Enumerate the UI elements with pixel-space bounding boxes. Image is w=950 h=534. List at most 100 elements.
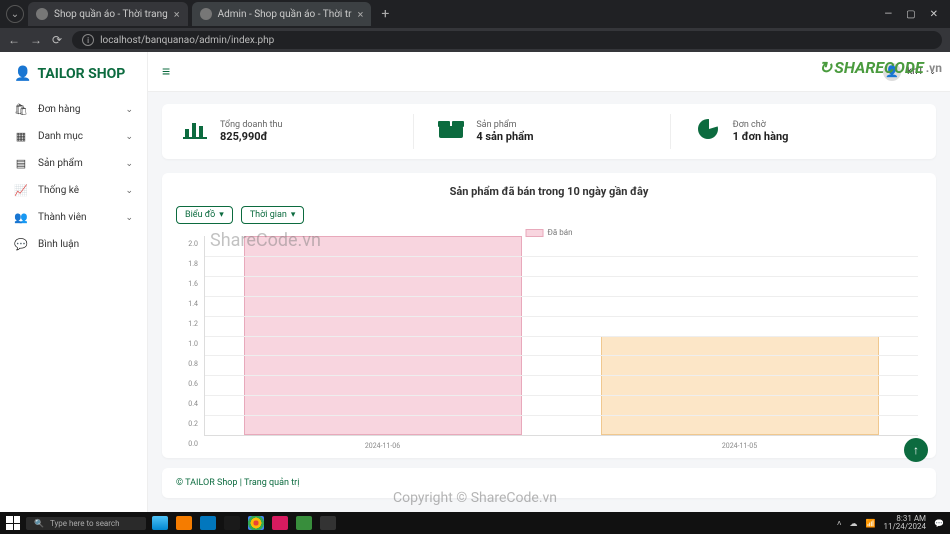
y-tick: 0.8	[188, 360, 198, 368]
chevron-down-icon: ⌄	[125, 132, 133, 142]
chevron-down-icon: ⌄	[929, 67, 936, 76]
stat-icon	[182, 119, 208, 144]
minimize-icon[interactable]: —	[884, 9, 892, 20]
y-tick: 1.8	[188, 260, 198, 268]
nav-label: Thành viên	[38, 212, 87, 223]
nav-label: Danh mục	[38, 131, 83, 142]
chevron-down-icon: ▾	[291, 210, 296, 220]
sidebar-item[interactable]: ▦ Danh mục ⌄	[0, 123, 147, 150]
start-button[interactable]	[6, 516, 20, 530]
sidebar-item[interactable]: 👥 Thành viên ⌄	[0, 204, 147, 231]
stat-icon	[695, 118, 721, 145]
maximize-icon[interactable]: ▢	[906, 9, 915, 20]
nav-icon: ▦	[14, 130, 28, 143]
cloud-icon[interactable]: ☁	[849, 519, 857, 528]
url-input[interactable]: i localhost/banquanao/admin/index.php	[72, 31, 942, 49]
x-label: 2024-11-05	[561, 442, 918, 450]
forward-icon[interactable]: →	[30, 33, 42, 47]
wifi-icon[interactable]: 📶	[865, 519, 875, 528]
windows-taskbar: 🔍 Type here to search ˄ ☁ 📶 8:31 AM 11/2…	[0, 512, 950, 534]
system-tray[interactable]: ˄ ☁ 📶 8:31 AM 11/24/2024 💬	[837, 515, 944, 532]
y-tick: 1.6	[188, 280, 198, 288]
browser-tab[interactable]: Admin - Shop quần áo - Thời tr ×	[192, 2, 372, 26]
user-name: kh1	[907, 66, 923, 77]
close-icon[interactable]: ×	[174, 8, 180, 21]
stat-value: 1 đơn hàng	[733, 130, 789, 143]
stat-card: Tổng doanh thu 825,990đ	[172, 114, 414, 149]
stat-card: Đơn chờ 1 đơn hàng	[685, 114, 926, 149]
sidebar-item[interactable]: 📈 Thống kê ⌄	[0, 177, 147, 204]
x-label: 2024-11-06	[204, 442, 561, 450]
stat-title: Đơn chờ	[733, 120, 789, 130]
y-tick: 1.4	[188, 300, 198, 308]
nav-icon: 🛍	[14, 103, 28, 116]
stat-value: 825,990đ	[220, 130, 282, 143]
url-text: localhost/banquanao/admin/index.php	[100, 35, 274, 46]
stat-title: Tổng doanh thu	[220, 120, 282, 130]
site-info-icon[interactable]: i	[82, 34, 94, 46]
avatar: 👤	[883, 63, 901, 81]
favicon-icon	[200, 8, 212, 20]
brand[interactable]: 👤 TAILOR SHOP	[0, 66, 147, 96]
tab-dropdown-icon[interactable]: ⌄	[6, 5, 24, 23]
browser-tab[interactable]: Shop quần áo - Thời trang ×	[28, 2, 188, 26]
stats-cards: Tổng doanh thu 825,990đ Sản phẩm 4 sản p…	[162, 104, 936, 159]
y-tick: 0.2	[188, 420, 198, 428]
favicon-icon	[36, 8, 48, 20]
y-tick: 2.0	[188, 240, 198, 248]
taskbar-app-icon[interactable]	[296, 516, 312, 530]
nav-label: Sản phẩm	[38, 158, 83, 169]
y-tick: 1.0	[188, 340, 198, 348]
y-tick: 0.0	[188, 440, 198, 448]
taskbar-app-icon[interactable]	[248, 516, 264, 530]
new-tab-button[interactable]: +	[375, 6, 395, 22]
taskbar-app-icon[interactable]	[272, 516, 288, 530]
nav-icon: 💬	[14, 238, 28, 251]
reload-icon[interactable]: ⟳	[52, 33, 62, 47]
chevron-down-icon: ⌄	[125, 159, 133, 169]
nav-icon: ▤	[14, 157, 28, 170]
browser-addressbar: ← → ⟳ i localhost/banquanao/admin/index.…	[0, 28, 950, 52]
nav-label: Bình luận	[38, 239, 79, 250]
chevron-down-icon: ⌄	[125, 105, 133, 115]
close-window-icon[interactable]: ✕	[930, 9, 938, 20]
close-icon[interactable]: ×	[358, 8, 364, 21]
clock-date: 11/24/2024	[883, 523, 926, 531]
chart-plot: Đã bán 0.00.20.40.60.81.01.21.41.61.82.0…	[176, 230, 922, 450]
stat-title: Sản phẩm	[476, 120, 533, 130]
stat-icon	[438, 119, 464, 144]
y-tick: 0.4	[188, 400, 198, 408]
main: ≡ 👤 kh1 ⌄ Tổng doanh thu 825,990đ Sản ph…	[148, 52, 950, 512]
back-icon[interactable]: ←	[8, 33, 20, 47]
chart-type-dropdown[interactable]: Biểu đồ ▾	[176, 206, 233, 224]
scroll-top-button[interactable]: ↑	[904, 438, 928, 462]
taskbar-search[interactable]: 🔍 Type here to search	[26, 517, 146, 530]
taskbar-app-icon[interactable]	[320, 516, 336, 530]
chevron-down-icon: ⌄	[125, 213, 133, 223]
sidebar-item[interactable]: 💬 Bình luận	[0, 231, 147, 258]
nav-label: Thống kê	[38, 185, 79, 196]
user-menu[interactable]: 👤 kh1 ⌄	[883, 63, 936, 81]
notifications-icon[interactable]: 💬	[934, 519, 944, 528]
taskbar-app-icon[interactable]	[176, 516, 192, 530]
taskbar-app-icon[interactable]	[152, 516, 168, 530]
tray-chevron-icon[interactable]: ˄	[837, 519, 842, 528]
sidebar-item[interactable]: ▤ Sản phẩm ⌄	[0, 150, 147, 177]
chart-bar[interactable]	[601, 336, 879, 436]
search-icon: 🔍	[34, 519, 44, 528]
topbar: ≡ 👤 kh1 ⌄	[148, 52, 950, 92]
chevron-down-icon: ▾	[219, 210, 224, 220]
stat-value: 4 sản phẩm	[476, 130, 533, 143]
stat-card: Sản phẩm 4 sản phẩm	[428, 114, 670, 149]
taskbar-app-icon[interactable]	[200, 516, 216, 530]
tab-title: Shop quần áo - Thời trang	[54, 9, 168, 20]
tab-title: Admin - Shop quần áo - Thời tr	[218, 9, 352, 20]
chart-time-dropdown[interactable]: Thời gian ▾	[241, 206, 305, 224]
y-tick: 0.6	[188, 380, 198, 388]
y-tick: 1.2	[188, 320, 198, 328]
hamburger-icon[interactable]: ≡	[162, 63, 170, 80]
sidebar-item[interactable]: 🛍 Đơn hàng ⌄	[0, 96, 147, 123]
taskbar-app-icon[interactable]	[224, 516, 240, 530]
browser-titlebar: ⌄ Shop quần áo - Thời trang × Admin - Sh…	[0, 0, 950, 28]
chart-card: Sản phẩm đã bán trong 10 ngày gần đây Bi…	[162, 173, 936, 458]
